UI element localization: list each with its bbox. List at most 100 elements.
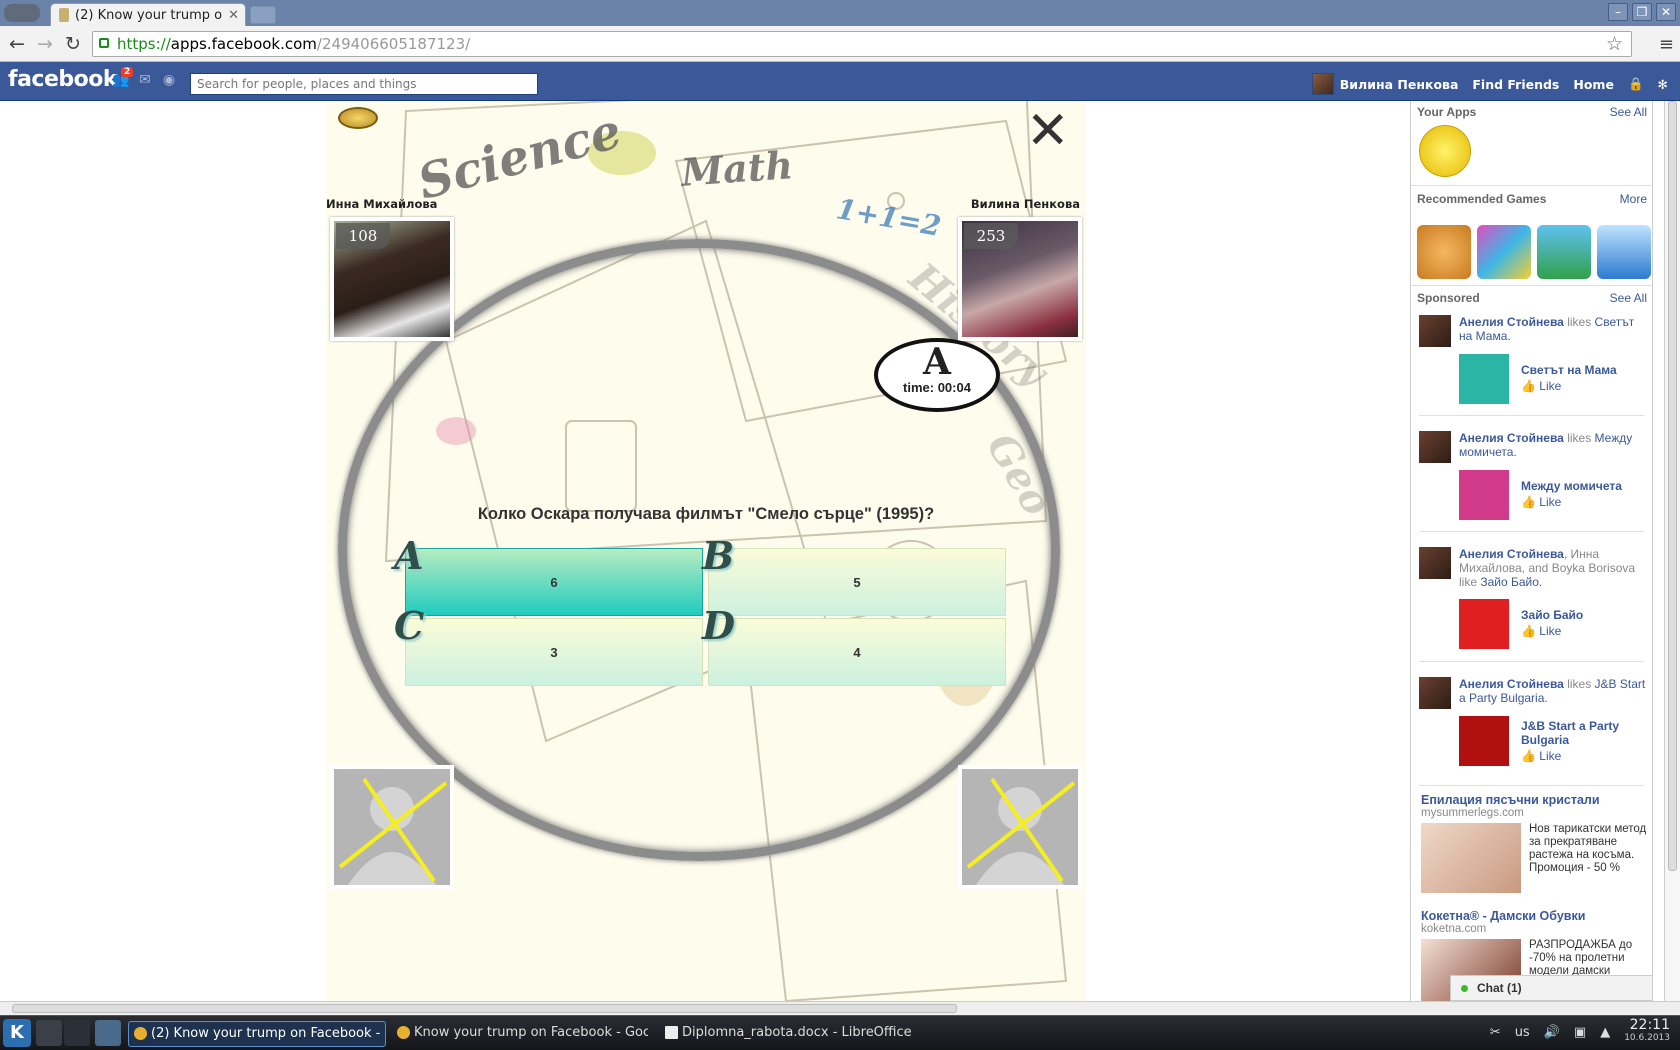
- page-name-4[interactable]: J&B Start a Party Bulgaria: [1521, 719, 1649, 747]
- minimize-icon[interactable]: –: [1608, 3, 1628, 21]
- feed-name[interactable]: Анелия Стойнева: [1459, 431, 1564, 445]
- page-image-svetat-na-mama[interactable]: [1459, 354, 1509, 404]
- back-icon[interactable]: ←: [6, 33, 28, 55]
- file-manager-icon[interactable]: [95, 1020, 121, 1046]
- tray-expand-icon[interactable]: ▲: [1600, 1025, 1610, 1040]
- ad-title-2[interactable]: Кокетна® - Дамски Обувки: [1421, 909, 1585, 923]
- feed-name[interactable]: Анелия Стойнева: [1459, 677, 1564, 691]
- facebook-logo[interactable]: facebook: [8, 67, 118, 92]
- like-button[interactable]: 👍 Like: [1521, 749, 1561, 763]
- notifications-globe-icon[interactable]: ◉: [160, 72, 178, 88]
- answer-speech-bubble: A time: 00:04: [874, 338, 1000, 412]
- browser-tab-active[interactable]: (2) Know your trump o ✕: [50, 3, 246, 26]
- page-image-mezhdu-momicheta[interactable]: [1459, 470, 1509, 520]
- maximize-icon[interactable]: ❐: [1632, 3, 1652, 21]
- ad-image-1[interactable]: [1421, 823, 1521, 893]
- avatar: [1311, 73, 1334, 95]
- close-window-icon[interactable]: ✕: [1656, 3, 1676, 21]
- answer-c-button[interactable]: 3: [405, 618, 703, 686]
- task-libreoffice[interactable]: Diplomna_rabota.docx - LibreOffice W: [660, 1021, 916, 1047]
- avatar[interactable]: [1419, 315, 1451, 347]
- feed-name[interactable]: Анелия Стойнева: [1459, 315, 1564, 329]
- avatar[interactable]: [1419, 677, 1451, 709]
- divider: [1419, 785, 1644, 786]
- vertical-scroll-thumb[interactable]: [1668, 101, 1677, 871]
- forward-icon[interactable]: →: [34, 33, 56, 55]
- answer-b-letter: B: [702, 533, 735, 578]
- task-chrome-1[interactable]: (2) Know your trump on Facebook - G: [128, 1021, 386, 1047]
- like-button[interactable]: 👍 Like: [1521, 495, 1561, 509]
- browser-toolbar: ← → ↻ https://apps.facebook.com/24940660…: [0, 26, 1680, 62]
- avatar[interactable]: [1419, 547, 1451, 579]
- game-icon-bingo[interactable]: [1597, 225, 1651, 279]
- sponsored-see-all[interactable]: See All: [1610, 291, 1647, 305]
- player1-name: Инна Михайлова: [326, 197, 438, 211]
- ad-domain-2[interactable]: koketna.com: [1421, 923, 1486, 935]
- profile-name: Вилина Пенкова: [1339, 76, 1459, 92]
- page-name-3[interactable]: Зайо Байо: [1521, 608, 1649, 622]
- game-icon-pet-city[interactable]: [1537, 225, 1591, 279]
- answer-d-letter: D: [702, 603, 735, 648]
- find-friends-link[interactable]: Find Friends: [1472, 77, 1559, 92]
- privacy-lock-icon[interactable]: 🔒: [1628, 76, 1644, 92]
- feed-name[interactable]: Анелия Стойнева: [1459, 547, 1564, 561]
- task-chrome-2[interactable]: Know your trump on Facebook - Goog: [392, 1021, 648, 1047]
- close-game-icon[interactable]: ✕: [1026, 105, 1070, 157]
- online-dot-icon: [1461, 985, 1468, 992]
- game-icon-jewels[interactable]: [1477, 225, 1531, 279]
- search-input[interactable]: Search for people, places and things: [190, 73, 538, 95]
- volume-icon[interactable]: 🔊: [1544, 1025, 1560, 1040]
- home-link[interactable]: Home: [1573, 77, 1614, 92]
- page-image-jb[interactable]: [1459, 716, 1509, 766]
- messages-icon[interactable]: ✉: [136, 72, 154, 88]
- task-label: (2) Know your trump on Facebook - G: [151, 1026, 386, 1041]
- recommended-label: Recommended Games: [1417, 192, 1547, 206]
- feed-target[interactable]: Зайо Байо.: [1480, 575, 1542, 589]
- page-name-2[interactable]: Между момичета: [1521, 479, 1649, 493]
- page-name-1[interactable]: Светът на Мама: [1521, 363, 1649, 377]
- feed-verb: likes: [1567, 315, 1592, 329]
- answer-b-button[interactable]: 5: [708, 548, 1006, 616]
- reload-icon[interactable]: ↻: [62, 33, 84, 55]
- settings-gear-icon[interactable]: ✻: [1658, 77, 1668, 92]
- bookmark-star-icon[interactable]: ☆: [1606, 32, 1623, 56]
- answer-d-button[interactable]: 4: [708, 618, 1006, 686]
- feed-story-2: Анелия Стойнева likes Между момичета.: [1459, 431, 1649, 459]
- address-bar[interactable]: https://apps.facebook.com/24940660518712…: [92, 31, 1632, 57]
- new-tab-button[interactable]: [250, 6, 276, 24]
- lifeline-used-2: [958, 765, 1082, 889]
- network-icon[interactable]: ▣: [1574, 1025, 1586, 1040]
- feed-story-4: Анелия Стойнева likes J&B Start a Party …: [1459, 677, 1649, 705]
- horizontal-scroll-thumb[interactable]: [12, 1004, 957, 1013]
- chat-tab[interactable]: Chat (1): [1450, 975, 1653, 1001]
- like-button[interactable]: 👍 Like: [1521, 379, 1561, 393]
- keyboard-layout[interactable]: us: [1515, 1025, 1530, 1040]
- game-icon-pet-story[interactable]: [1417, 225, 1471, 279]
- recommended-more[interactable]: More: [1620, 192, 1647, 206]
- facebook-header: facebook 👥 ✉ ◉ 2 Search for people, plac…: [0, 62, 1680, 101]
- chrome-launcher-icon[interactable]: [36, 1020, 62, 1046]
- answer-a-button[interactable]: 6: [405, 548, 703, 616]
- pager-icon[interactable]: [64, 1020, 90, 1046]
- player1-photo: 108: [330, 217, 454, 341]
- incognito-icon: [4, 4, 40, 22]
- clock[interactable]: 22:11 10.6.2013: [1624, 1018, 1670, 1045]
- sponsored-label: Sponsored: [1417, 291, 1480, 305]
- tab-close-icon[interactable]: ✕: [228, 8, 239, 23]
- ad-title-1[interactable]: Епилация пясъчни кристали: [1421, 793, 1600, 807]
- chat-label: Chat (1): [1477, 981, 1522, 995]
- app-icon-quiz[interactable]: [1419, 125, 1471, 177]
- vertical-scrollbar[interactable]: [1664, 101, 1680, 1001]
- page-image-zayo-bayo[interactable]: [1459, 599, 1509, 649]
- avatar[interactable]: [1419, 431, 1451, 463]
- clipboard-icon[interactable]: ✂: [1490, 1025, 1501, 1040]
- like-button[interactable]: 👍 Like: [1521, 624, 1561, 638]
- horizontal-scrollbar[interactable]: [0, 1001, 1680, 1015]
- ad-domain-1[interactable]: mysummerlegs.com: [1421, 807, 1524, 819]
- answer-d-value: 4: [853, 645, 861, 660]
- profile-link[interactable]: Вилина Пенкова: [1311, 73, 1459, 95]
- player1-score: 108: [336, 223, 390, 249]
- your-apps-see-all[interactable]: See All: [1610, 105, 1647, 119]
- kde-menu-icon[interactable]: K: [3, 1019, 31, 1047]
- chrome-menu-icon[interactable]: ≡: [1659, 34, 1674, 55]
